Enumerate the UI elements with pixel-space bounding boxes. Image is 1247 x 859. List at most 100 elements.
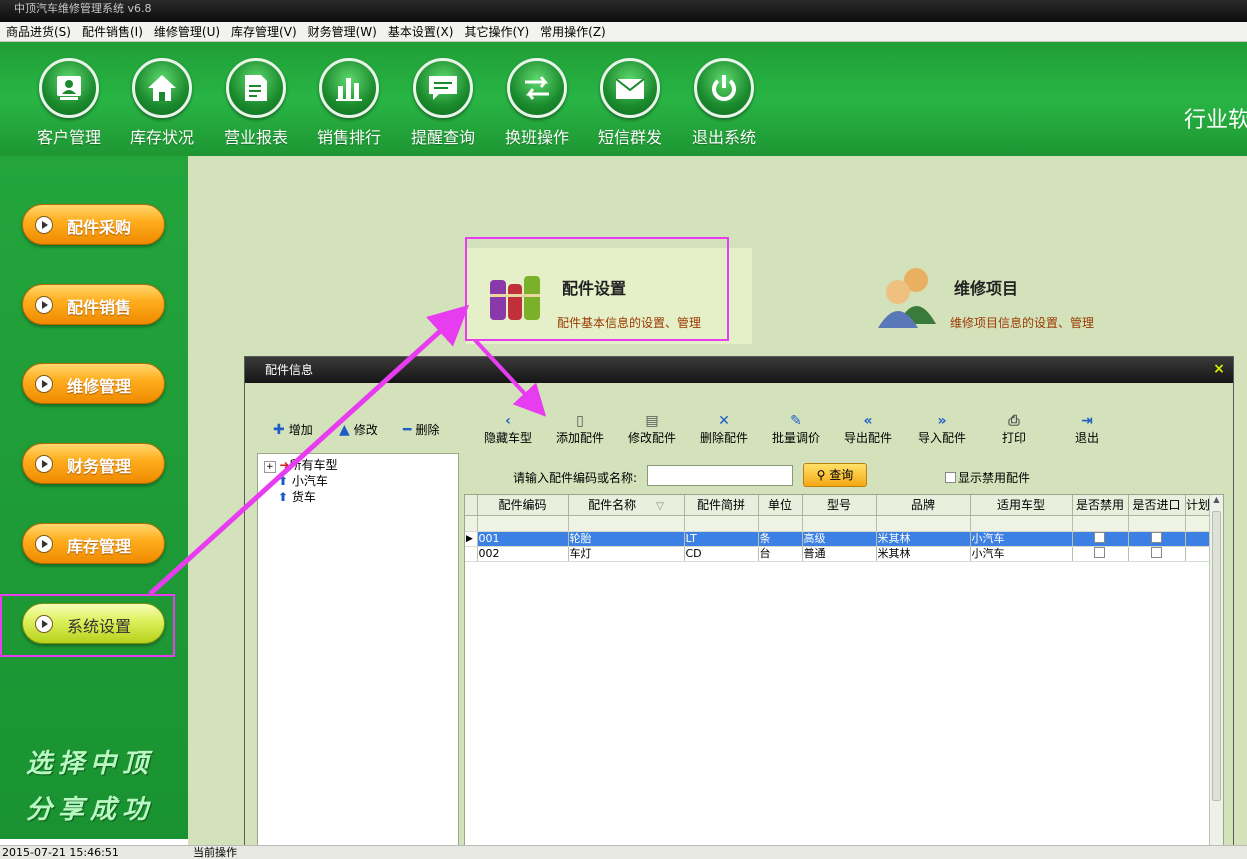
add-button[interactable]: ✚ 增加 [273, 421, 313, 438]
edit-doc-icon: ▤ [645, 413, 659, 429]
vertical-scrollbar[interactable]: ▲ [1209, 495, 1223, 859]
button-label: 查询 [829, 468, 854, 482]
imported-checkbox[interactable] [1150, 546, 1162, 558]
cell-model[interactable]: 高级 [802, 531, 877, 547]
cell-name[interactable]: 车灯 [568, 546, 685, 562]
cell-car[interactable]: 小汽车 [970, 546, 1073, 562]
filter-triangle-icon[interactable]: ▽ [656, 501, 664, 512]
toolbar-inventory-button[interactable]: 库存状况 [122, 58, 202, 148]
button-label: 打印 [1001, 431, 1026, 445]
show-disabled-checkbox[interactable]: 显示禁用配件 [945, 469, 1030, 486]
cell-disabled[interactable] [1072, 531, 1129, 547]
scroll-thumb[interactable] [1212, 511, 1221, 801]
checkbox-box[interactable] [945, 472, 956, 483]
blue-arrow-icon: ⬆ [278, 490, 289, 504]
cell-code[interactable]: 001 [477, 531, 569, 547]
toolbar-customer-button[interactable]: 客户管理 [29, 58, 109, 148]
toolbar-label: 短信群发 [597, 128, 662, 147]
search-button[interactable]: ⚲ 查询 [803, 463, 867, 487]
swap-icon [525, 76, 549, 100]
cell-disabled[interactable] [1072, 546, 1129, 562]
disabled-checkbox[interactable] [1094, 546, 1105, 558]
expand-icon[interactable]: + [264, 461, 276, 473]
column-header[interactable]: 品牌 [876, 495, 971, 516]
toolbar-sms-button[interactable]: 短信群发 [590, 58, 670, 148]
customer-icon [57, 76, 81, 100]
menu-finance[interactable]: 财务管理(W) [302, 22, 382, 42]
menu-other[interactable]: 其它操作(Y) [458, 22, 534, 42]
sidebar-inventory-button[interactable]: 库存管理 [22, 523, 165, 564]
close-icon[interactable]: × [1211, 361, 1227, 377]
toolbar-reminder-button[interactable]: 提醒查询 [403, 58, 483, 148]
delete-x-icon: ✕ [718, 413, 730, 429]
exit-button[interactable]: ⇥ 退出 [1054, 413, 1120, 446]
imported-checkbox[interactable] [1150, 531, 1162, 543]
tree-node-all[interactable]: + ➜所有车型 [264, 456, 337, 473]
toolbar-label: 换班操作 [504, 128, 569, 147]
delete-button[interactable]: ━ 删除 [403, 421, 439, 438]
cell-car[interactable]: 小汽车 [970, 531, 1073, 547]
minus-icon: ━ [403, 422, 412, 438]
cell-unit[interactable]: 台 [758, 546, 803, 562]
cell-plan[interactable] [1185, 546, 1212, 562]
sidebar-repair-button[interactable]: 维修管理 [22, 363, 165, 404]
triangle-icon: ▲ [339, 422, 350, 438]
menu-settings[interactable]: 基本设置(X) [382, 22, 459, 42]
import-parts-button[interactable]: » 导入配件 [909, 413, 975, 446]
cell-brand[interactable]: 米其林 [876, 546, 971, 562]
column-header[interactable]: 型号 [802, 495, 877, 516]
scroll-up-icon[interactable]: ▲ [1210, 495, 1223, 504]
cell-imported[interactable] [1128, 546, 1186, 562]
filter-row[interactable] [465, 515, 1212, 532]
toolbar-ranking-button[interactable]: 销售排行 [309, 58, 389, 148]
delete-part-button[interactable]: ✕ 删除配件 [691, 413, 757, 446]
column-header[interactable]: 是否禁用 [1072, 495, 1129, 516]
cell-imported[interactable] [1128, 531, 1186, 547]
toolbar-report-button[interactable]: 营业报表 [216, 58, 296, 148]
repair-items-card[interactable]: 维修项目 维修项目信息的设置、管理 [870, 250, 1170, 340]
table-row[interactable]: 002 车灯 CD 台 普通 米其林 小汽车 [465, 546, 1212, 562]
edit-part-button[interactable]: ▤ 修改配件 [619, 413, 685, 446]
cell-code[interactable]: 002 [477, 546, 569, 562]
column-header[interactable]: 配件简拼 [684, 495, 759, 516]
column-header[interactable]: 计划 [1185, 495, 1212, 516]
add-part-button[interactable]: ▯ 添加配件 [547, 413, 613, 446]
tree-toolbar: ✚ 增加 ▲ 修改 ━ 删除 [257, 399, 457, 457]
button-label: 批量调价 [771, 431, 820, 445]
edit-button[interactable]: ▲ 修改 [339, 421, 378, 438]
cell-unit[interactable]: 条 [758, 531, 803, 547]
column-header[interactable]: 单位 [758, 495, 803, 516]
column-header[interactable]: 配件名称 ▽ [568, 495, 685, 516]
batch-price-button[interactable]: ✎ 批量调价 [763, 413, 829, 446]
tree-node-truck[interactable]: ⬆ 货车 [278, 488, 316, 505]
sidebar-finance-button[interactable]: 财务管理 [22, 443, 165, 484]
menu-common[interactable]: 常用操作(Z) [534, 22, 611, 42]
sidebar-purchase-button[interactable]: 配件采购 [22, 204, 165, 245]
export-parts-button[interactable]: « 导出配件 [835, 413, 901, 446]
toolbar-shift-button[interactable]: 换班操作 [497, 58, 577, 148]
table-row[interactable]: ▶ 001 轮胎 LT 条 高级 米其林 小汽车 [465, 531, 1212, 547]
sidebar-sales-button[interactable]: 配件销售 [22, 284, 165, 325]
column-header[interactable]: 适用车型 [970, 495, 1073, 516]
menu-repair[interactable]: 维修管理(U) [148, 22, 225, 42]
disabled-checkbox[interactable] [1094, 531, 1105, 543]
search-input[interactable] [647, 465, 793, 486]
hide-vehicle-button[interactable]: ‹ 隐藏车型 [475, 413, 541, 446]
menu-purchase[interactable]: 商品进货(S) [0, 22, 76, 42]
menu-inventory[interactable]: 库存管理(V) [225, 22, 302, 42]
cell-model[interactable]: 普通 [802, 546, 877, 562]
print-button[interactable]: ⎙ 打印 [981, 413, 1047, 446]
slogan-line: 分享成功 [26, 795, 155, 825]
toolbar-exit-button[interactable]: 退出系统 [684, 58, 764, 148]
menu-sales[interactable]: 配件销售(I) [76, 22, 148, 42]
column-header[interactable]: 是否进口 [1128, 495, 1186, 516]
cell-name[interactable]: 轮胎 [568, 531, 685, 547]
cell-brand[interactable]: 米其林 [876, 531, 971, 547]
cell-abbr[interactable]: LT [684, 531, 759, 547]
sidebar-button-label: 配件采购 [67, 218, 132, 237]
column-header[interactable]: 配件编码 [477, 495, 569, 516]
power-icon [712, 75, 736, 101]
tree-node-car[interactable]: ⬆ 小汽车 [278, 472, 328, 489]
cell-abbr[interactable]: CD [684, 546, 759, 562]
cell-plan[interactable] [1185, 531, 1212, 547]
